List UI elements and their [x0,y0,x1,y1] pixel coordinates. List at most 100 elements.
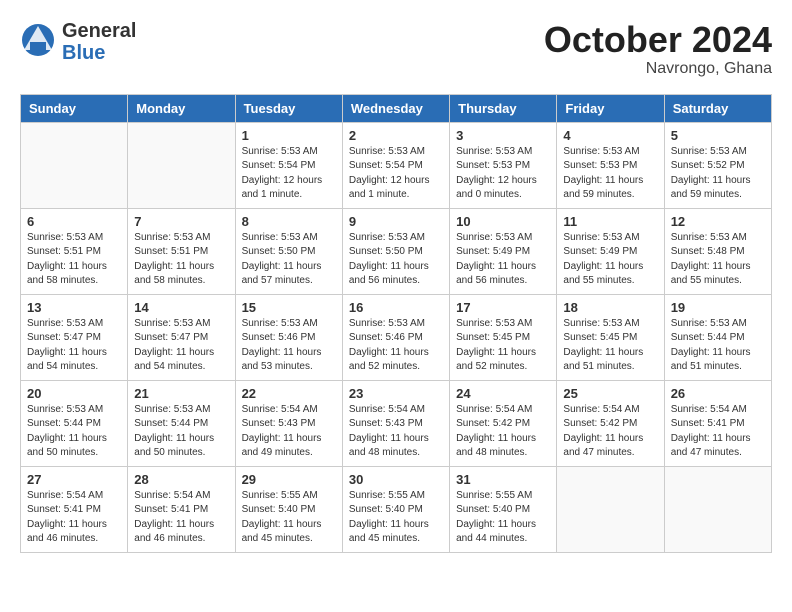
calendar-cell: 13 Sunrise: 5:53 AMSunset: 5:47 PMDayligh… [21,294,128,380]
day-number: 20 [27,386,121,401]
day-info: Sunrise: 5:54 AMSunset: 5:41 PMDaylight:… [27,489,121,547]
day-number: 28 [134,472,228,487]
calendar-cell: 10 Sunrise: 5:53 AMSunset: 5:49 PMDayligh… [450,208,557,294]
day-number: 11 [563,214,657,229]
logo: General Blue [20,20,136,64]
day-info: Sunrise: 5:55 AMSunset: 5:40 PMDaylight:… [456,489,550,547]
calendar-cell [664,466,771,552]
calendar-cell [21,122,128,208]
weekday-header-tuesday: Tuesday [235,94,342,122]
page-header: General Blue October 2024 Navrongo, Ghan… [20,20,772,78]
calendar-cell: 20Sunrise: 5:53 AMSunset: 5:44 PMDayligh… [21,380,128,466]
calendar-week-4: 20 Sunrise: 5:53 AMSunset: 5:44 PMDayligh… [21,380,772,466]
day-number: 16 [349,300,443,315]
calendar-week-2: 6 Sunrise: 5:53 AMSunset: 5:51 PMDaylight… [21,208,772,294]
day-info: Sunrise: 5:53 AMSunset: 5:49 PMDaylight:… [456,231,550,289]
day-info: Sunrise: 5:53 AMSunset: 5:47 PMDaylight:… [27,317,121,375]
calendar-cell: 31 Sunrise: 5:55 AMSunset: 5:40 PMDayligh… [450,466,557,552]
day-number: 17 [456,300,550,315]
calendar-cell: 29 Sunrise: 5:55 AMSunset: 5:40 PMDayligh… [235,466,342,552]
day-number: 10 [456,214,550,229]
calendar-cell: 26 Sunrise: 5:54 AMSunset: 5:41 PMDayligh… [664,380,771,466]
day-info: Sunrise: 5:53 AMSunset: 5:48 PMDaylight:… [671,231,765,289]
day-info: Sunrise: 5:54 AMSunset: 5:42 PMDaylight:… [563,403,657,461]
calendar-cell: 22 Sunrise: 5:54 AMSunset: 5:43 PMDayligh… [235,380,342,466]
weekday-header-saturday: Saturday [664,94,771,122]
calendar-cell: 27Sunrise: 5:54 AMSunset: 5:41 PMDayligh… [21,466,128,552]
day-info: Sunrise: 5:53 AMSunset: 5:53 PMDaylight:… [563,145,657,203]
calendar-cell: 6 Sunrise: 5:53 AMSunset: 5:51 PMDaylight… [21,208,128,294]
day-info: Sunrise: 5:53 AMSunset: 5:44 PMDaylight:… [134,403,228,461]
calendar-cell: 3Sunrise: 5:53 AMSunset: 5:53 PMDaylight… [450,122,557,208]
logo-general: General [62,20,136,42]
logo-blue: Blue [62,42,136,64]
day-info: Sunrise: 5:54 AMSunset: 5:43 PMDaylight:… [349,403,443,461]
calendar-cell: 28 Sunrise: 5:54 AMSunset: 5:41 PMDayligh… [128,466,235,552]
calendar-cell: 21 Sunrise: 5:53 AMSunset: 5:44 PMDayligh… [128,380,235,466]
weekday-header-sunday: Sunday [21,94,128,122]
day-number: 21 [134,386,228,401]
day-number: 30 [349,472,443,487]
day-number: 14 [134,300,228,315]
day-info: Sunrise: 5:54 AMSunset: 5:41 PMDaylight:… [134,489,228,547]
day-info: Sunrise: 5:53 AMSunset: 5:51 PMDaylight:… [27,231,121,289]
location: Navrongo, Ghana [544,60,772,78]
calendar-cell: 14 Sunrise: 5:53 AMSunset: 5:47 PMDayligh… [128,294,235,380]
day-number: 2 [349,128,443,143]
day-number: 31 [456,472,550,487]
day-info: Sunrise: 5:53 AMSunset: 5:51 PMDaylight:… [134,231,228,289]
calendar-cell [557,466,664,552]
day-number: 13 [27,300,121,315]
day-number: 4 [563,128,657,143]
day-number: 7 [134,214,228,229]
day-info: Sunrise: 5:54 AMSunset: 5:43 PMDaylight:… [242,403,336,461]
day-number: 22 [242,386,336,401]
day-number: 1 [242,128,336,143]
day-info: Sunrise: 5:53 AMSunset: 5:46 PMDaylight:… [242,317,336,375]
day-info: Sunrise: 5:53 AMSunset: 5:45 PMDaylight:… [563,317,657,375]
calendar-cell: 5Sunrise: 5:53 AMSunset: 5:52 PMDaylight… [664,122,771,208]
calendar-cell: 1 Sunrise: 5:53 AMSunset: 5:54 PMDaylight… [235,122,342,208]
day-info: Sunrise: 5:53 AMSunset: 5:54 PMDaylight:… [349,145,443,203]
calendar-cell: 4 Sunrise: 5:53 AMSunset: 5:53 PMDaylight… [557,122,664,208]
calendar-cell [128,122,235,208]
calendar-cell: 30 Sunrise: 5:55 AMSunset: 5:40 PMDayligh… [342,466,449,552]
day-info: Sunrise: 5:53 AMSunset: 5:46 PMDaylight:… [349,317,443,375]
day-info: Sunrise: 5:55 AMSunset: 5:40 PMDaylight:… [349,489,443,547]
calendar-cell: 12 Sunrise: 5:53 AMSunset: 5:48 PMDayligh… [664,208,771,294]
calendar-cell: 8 Sunrise: 5:53 AMSunset: 5:50 PMDaylight… [235,208,342,294]
day-info: Sunrise: 5:53 AMSunset: 5:50 PMDaylight:… [242,231,336,289]
calendar-cell: 15 Sunrise: 5:53 AMSunset: 5:46 PMDayligh… [235,294,342,380]
day-info: Sunrise: 5:54 AMSunset: 5:41 PMDaylight:… [671,403,765,461]
day-number: 18 [563,300,657,315]
weekday-header-monday: Monday [128,94,235,122]
calendar-cell: 7 Sunrise: 5:53 AMSunset: 5:51 PMDaylight… [128,208,235,294]
logo-icon [20,22,56,58]
day-number: 9 [349,214,443,229]
calendar-week-3: 13 Sunrise: 5:53 AMSunset: 5:47 PMDayligh… [21,294,772,380]
day-info: Sunrise: 5:53 AMSunset: 5:47 PMDaylight:… [134,317,228,375]
calendar-week-1: 1 Sunrise: 5:53 AMSunset: 5:54 PMDaylight… [21,122,772,208]
calendar-cell: 2 Sunrise: 5:53 AMSunset: 5:54 PMDaylight… [342,122,449,208]
day-info: Sunrise: 5:54 AMSunset: 5:42 PMDaylight:… [456,403,550,461]
day-number: 24 [456,386,550,401]
weekday-header-thursday: Thursday [450,94,557,122]
day-number: 26 [671,386,765,401]
calendar-cell: 18 Sunrise: 5:53 AMSunset: 5:45 PMDayligh… [557,294,664,380]
day-info: Sunrise: 5:55 AMSunset: 5:40 PMDaylight:… [242,489,336,547]
day-number: 8 [242,214,336,229]
day-number: 12 [671,214,765,229]
day-number: 6 [27,214,121,229]
calendar-cell: 11 Sunrise: 5:53 AMSunset: 5:49 PMDayligh… [557,208,664,294]
day-info: Sunrise: 5:53 AMSunset: 5:44 PMDaylight:… [671,317,765,375]
calendar-cell: 25Sunrise: 5:54 AMSunset: 5:42 PMDayligh… [557,380,664,466]
day-number: 15 [242,300,336,315]
calendar-cell: 23Sunrise: 5:54 AMSunset: 5:43 PMDayligh… [342,380,449,466]
day-info: Sunrise: 5:53 AMSunset: 5:54 PMDaylight:… [242,145,336,203]
day-number: 29 [242,472,336,487]
calendar-cell: 17 Sunrise: 5:53 AMSunset: 5:45 PMDayligh… [450,294,557,380]
day-info: Sunrise: 5:53 AMSunset: 5:50 PMDaylight:… [349,231,443,289]
day-info: Sunrise: 5:53 AMSunset: 5:45 PMDaylight:… [456,317,550,375]
day-info: Sunrise: 5:53 AMSunset: 5:49 PMDaylight:… [563,231,657,289]
day-info: Sunrise: 5:53 AMSunset: 5:52 PMDaylight:… [671,145,765,203]
